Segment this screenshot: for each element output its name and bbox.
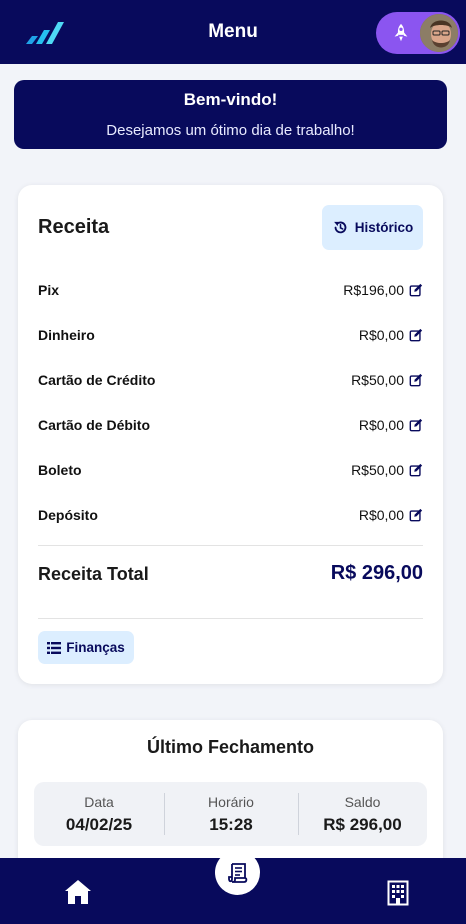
list-item: Cartão de Crédito R$50,00 xyxy=(38,357,423,402)
building-icon[interactable] xyxy=(386,880,410,906)
receita-title: Receita xyxy=(38,216,110,238)
top-bar: Menu xyxy=(0,0,466,64)
history-label: Histórico xyxy=(354,220,414,235)
avatar-image xyxy=(420,14,458,52)
closing-time: Horário 15:28 xyxy=(164,782,298,846)
row-value-wrap: R$50,00 xyxy=(351,372,423,388)
divider xyxy=(38,545,423,546)
logo-icon[interactable] xyxy=(24,20,64,46)
receita-list: Pix R$196,00 Dinheiro R$0,00 Cartão de C… xyxy=(38,267,423,537)
edit-icon[interactable] xyxy=(409,463,423,477)
last-closing-title: Último Fechamento xyxy=(146,737,315,757)
row-value: R$0,00 xyxy=(358,506,404,523)
avatar[interactable] xyxy=(418,12,460,54)
last-closing-summary: Data 04/02/25 Horário 15:28 Saldo R$ 296… xyxy=(34,782,427,846)
row-value-wrap: R$0,00 xyxy=(359,507,423,523)
closing-balance-label: Saldo xyxy=(344,794,381,810)
row-label: Dinheiro xyxy=(38,326,95,343)
edit-icon[interactable] xyxy=(409,418,423,432)
row-label: Pix xyxy=(38,281,60,298)
row-label: Cartão de Débito xyxy=(38,416,151,433)
receipt-icon xyxy=(227,862,247,883)
finance-button[interactable]: Finanças xyxy=(38,631,134,664)
row-label: Boleto xyxy=(38,461,82,478)
list-icon xyxy=(47,641,62,654)
row-label: Cartão de Crédito xyxy=(38,371,156,388)
row-value: R$0,00 xyxy=(358,416,404,433)
receipt-nav-button[interactable] xyxy=(215,850,260,895)
closing-date-label: Data xyxy=(84,794,114,810)
total-label: Receita Total xyxy=(38,564,149,584)
row-label: Depósito xyxy=(38,506,98,523)
edit-icon[interactable] xyxy=(409,373,423,387)
list-item: Depósito R$0,00 xyxy=(38,492,423,537)
list-item: Pix R$196,00 xyxy=(38,267,423,312)
closing-balance: Saldo R$ 296,00 xyxy=(298,782,427,846)
divider xyxy=(38,618,423,619)
row-value: R$50,00 xyxy=(351,461,404,478)
row-value: R$0,00 xyxy=(358,326,404,343)
history-button[interactable]: Histórico xyxy=(322,205,423,250)
edit-icon[interactable] xyxy=(409,328,423,342)
profile-menu-button[interactable] xyxy=(376,12,460,54)
receita-card: Receita Histórico Pix R$196,00 Dinheiro … xyxy=(18,185,443,684)
history-icon xyxy=(333,221,347,234)
row-value-wrap: R$0,00 xyxy=(359,417,423,433)
finance-label: Finanças xyxy=(66,640,125,655)
welcome-subtitle: Desejamos um ótimo dia de trabalho! xyxy=(106,122,355,139)
row-value-wrap: R$196,00 xyxy=(343,282,423,298)
row-value: R$196,00 xyxy=(343,281,404,298)
row-value: R$50,00 xyxy=(351,371,404,388)
closing-balance-value: R$ 296,00 xyxy=(323,815,402,834)
row-value-wrap: R$50,00 xyxy=(351,462,423,478)
home-icon[interactable] xyxy=(64,879,92,905)
welcome-title: Bem-vindo! xyxy=(183,90,278,109)
closing-time-value: 15:28 xyxy=(209,815,253,834)
rocket-icon xyxy=(394,23,408,42)
welcome-banner: Bem-vindo! Desejamos um ótimo dia de tra… xyxy=(14,80,447,149)
edit-icon[interactable] xyxy=(409,508,423,522)
closing-time-label: Horário xyxy=(208,794,254,810)
closing-date-value: 04/02/25 xyxy=(65,815,133,834)
list-item: Boleto R$50,00 xyxy=(38,447,423,492)
edit-icon[interactable] xyxy=(409,283,423,297)
closing-date: Data 04/02/25 xyxy=(34,782,164,846)
list-item: Cartão de Débito R$0,00 xyxy=(38,402,423,447)
row-value-wrap: R$0,00 xyxy=(359,327,423,343)
total-value: R$ 296,00 xyxy=(330,562,423,584)
page-title: Menu xyxy=(208,21,258,42)
list-item: Dinheiro R$0,00 xyxy=(38,312,423,357)
